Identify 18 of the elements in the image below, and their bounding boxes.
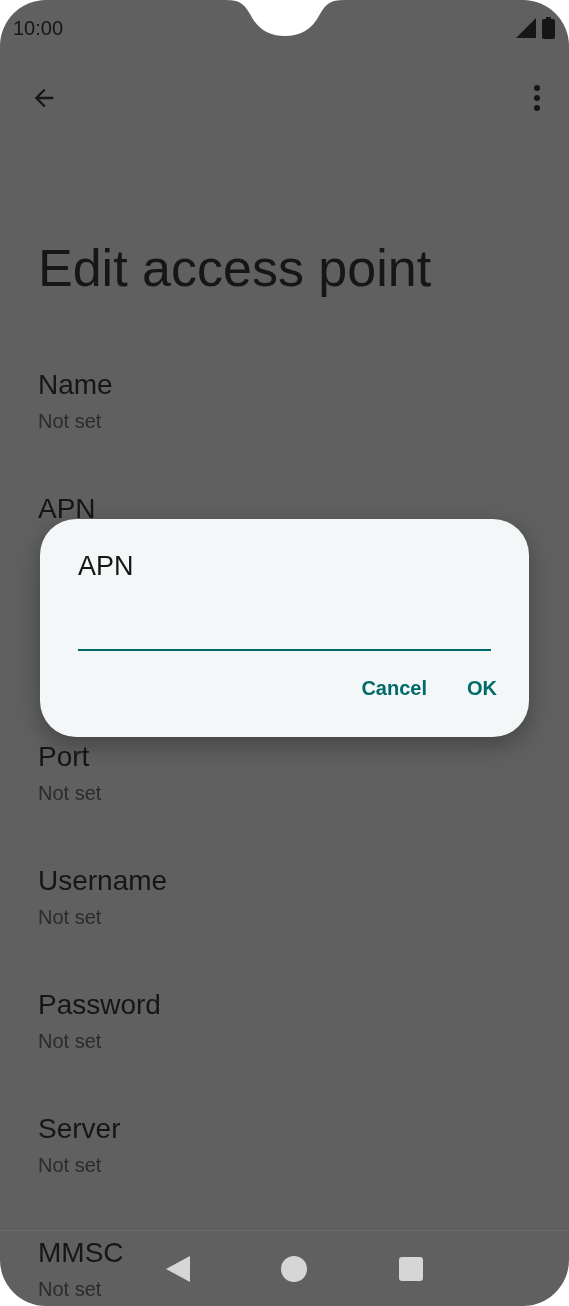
signal-icon (516, 18, 536, 38)
setting-label: Name (38, 368, 113, 402)
setting-label: Server (38, 1112, 121, 1146)
back-triangle-icon[interactable] (165, 1255, 190, 1282)
setting-label: MMSC (38, 1236, 124, 1270)
setting-label: Port (38, 740, 90, 774)
dialog-button[interactable]: OK (451, 665, 513, 711)
more-options-icon[interactable] (533, 85, 541, 111)
dialog-button[interactable]: Cancel (345, 665, 443, 711)
setting-label: Username (38, 864, 168, 898)
setting-label: Password (38, 988, 161, 1022)
setting-label: APN (38, 492, 96, 526)
status-time: 10:00 (13, 16, 64, 41)
dialog-title: APN (78, 550, 134, 583)
page-title: Edit access point (38, 238, 433, 298)
home-circle-icon[interactable] (281, 1255, 308, 1282)
battery-icon (542, 17, 555, 39)
recents-square-icon[interactable] (399, 1256, 424, 1281)
